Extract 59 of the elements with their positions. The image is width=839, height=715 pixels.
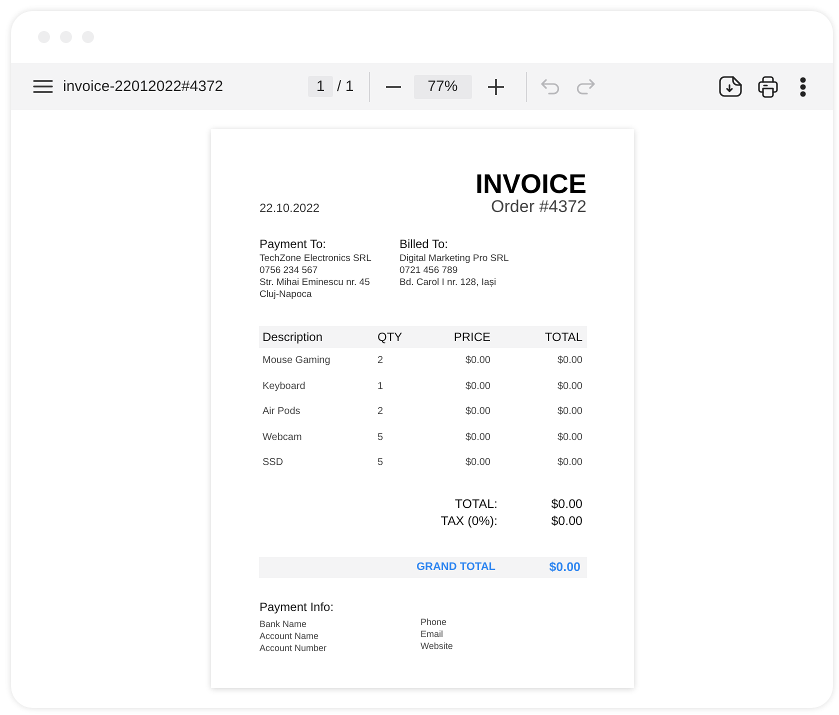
payment-detail-label: Email [420, 628, 444, 640]
table-cell-text: 5 [376, 457, 384, 468]
table-cell-text: 1 [376, 380, 384, 392]
minus-icon[interactable] [386, 86, 401, 88]
table-cell-text: $0.00 [556, 406, 584, 418]
contact-line: 0756 234 567 [260, 265, 318, 277]
table-cell-text: $0.00 [556, 432, 584, 443]
table-cell-text: SSD [262, 457, 284, 468]
table-cell-text: 2 [376, 406, 384, 418]
table-header-cell-text: Description [262, 330, 324, 344]
print-icon[interactable] [758, 76, 778, 98]
payment-info-heading: Payment Info: [260, 600, 334, 614]
zoom-level-field[interactable]: 77% [414, 74, 472, 98]
invoice-title: INVOICE [475, 171, 586, 198]
contact-line: Bd. Carol I nr. 128, Iași [400, 277, 496, 289]
payment-detail-label: Phone [420, 616, 447, 628]
payment-detail-label: Website [420, 640, 453, 652]
summary-value: $0.00 [551, 512, 582, 530]
table-header-cell-text: QTY [376, 330, 404, 344]
table-cell-text: Mouse Gaming [262, 355, 332, 366]
table-header-cell-text: TOTAL [544, 330, 584, 344]
table-cell-text: $0.00 [464, 432, 492, 443]
party-heading: Billed To: [400, 237, 448, 251]
payment-detail-label: Bank Name [260, 618, 307, 630]
table-cell-text: Air Pods [262, 406, 302, 418]
table-cell-text: $0.00 [464, 380, 492, 392]
table-cell-text: $0.00 [556, 355, 584, 366]
contact-line: Digital Marketing Pro SRL [400, 253, 509, 265]
summary-label: TOTAL: [454, 496, 498, 512]
table-cell-text: 2 [376, 355, 384, 366]
table-cell-text: Keyboard [262, 380, 306, 392]
document-download-icon[interactable] [719, 76, 742, 97]
more-options-icon[interactable] [800, 76, 806, 96]
contact-line: 0721 456 789 [400, 265, 458, 277]
page-count: / 1 [337, 78, 354, 95]
contact-line: Str. Mihai Eminescu nr. 45 [260, 277, 370, 289]
table-cell-text: $0.00 [464, 406, 492, 418]
party-heading: Payment To: [260, 237, 326, 251]
summary-value: $0.00 [551, 496, 582, 512]
table-header-cell-text: PRICE [452, 330, 492, 344]
grand-total-value: $0.00 [549, 560, 580, 574]
file-name: invoice-22012022#4372 [63, 78, 224, 95]
contact-line: TechZone Electronics SRL [260, 253, 372, 265]
table-cell-text: $0.00 [556, 457, 584, 468]
plus-icon[interactable] [488, 78, 504, 94]
payment-detail-label: Account Number [260, 642, 327, 654]
table-cell-text: 5 [376, 432, 384, 443]
grand-total-label: GRAND TOTAL [416, 561, 496, 573]
order-number: Order #4372 [491, 198, 586, 215]
contact-line: Cluj-Napoca [260, 289, 312, 301]
summary-label: TAX (0%): [440, 512, 498, 530]
table-cell-text: $0.00 [556, 380, 584, 392]
page-number-field[interactable]: 1 [308, 76, 333, 97]
payment-detail-label: Account Name [260, 630, 319, 642]
table-cell-text: Webcam [262, 432, 303, 443]
table-cell-text: $0.00 [464, 457, 492, 468]
menu-icon[interactable] [33, 80, 53, 93]
invoice-date: 22.10.2022 [260, 202, 320, 214]
table-cell-text: $0.00 [464, 355, 492, 366]
